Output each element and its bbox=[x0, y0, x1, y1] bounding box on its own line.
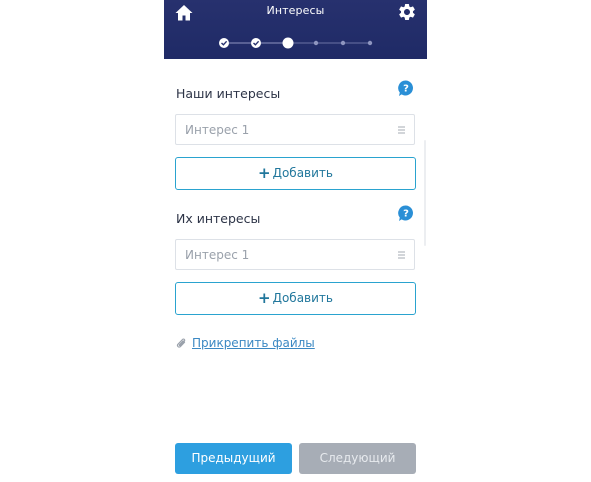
add-button-label: Добавить bbox=[272, 291, 333, 305]
step-1-complete bbox=[219, 38, 229, 48]
interest-placeholder: Интерес 1 bbox=[185, 123, 250, 137]
drag-handle-icon[interactable] bbox=[398, 126, 405, 134]
help-button-our-interests[interactable]: ? bbox=[398, 80, 414, 97]
gear-icon bbox=[399, 3, 415, 20]
our-interests-title: Наши интересы bbox=[176, 86, 281, 101]
header-bar: Интересы bbox=[164, 0, 427, 59]
settings-button[interactable] bbox=[397, 2, 417, 22]
svg-text:?: ? bbox=[403, 84, 409, 95]
page-title: Интересы bbox=[266, 4, 325, 17]
step-3-current bbox=[282, 37, 294, 49]
scrollbar[interactable] bbox=[424, 140, 426, 246]
plus-icon: + bbox=[258, 289, 271, 307]
their-interests-title: Их интересы bbox=[176, 211, 261, 226]
help-button-their-interests[interactable]: ? bbox=[398, 205, 414, 222]
plus-icon: + bbox=[258, 164, 271, 182]
step-6 bbox=[367, 40, 373, 46]
step-5 bbox=[340, 40, 346, 46]
add-button-label: Добавить bbox=[272, 166, 333, 180]
app-screen: Интересы Наши интересы ? Интерес 1 + Доб… bbox=[164, 0, 427, 482]
help-icon: ? bbox=[398, 205, 413, 221]
add-our-interest-button[interactable]: + Добавить bbox=[175, 157, 416, 190]
next-button[interactable]: Следующий bbox=[299, 443, 416, 474]
our-interest-field-1[interactable]: Интерес 1 bbox=[175, 114, 415, 145]
progress-stepper bbox=[219, 37, 373, 49]
interest-placeholder: Интерес 1 bbox=[185, 248, 250, 262]
attach-files-label: Прикрепить файлы bbox=[192, 336, 315, 350]
step-2-complete bbox=[251, 38, 261, 48]
paperclip-icon bbox=[176, 338, 186, 348]
step-4 bbox=[313, 40, 319, 46]
their-interest-field-1[interactable]: Интерес 1 bbox=[175, 239, 415, 270]
add-their-interest-button[interactable]: + Добавить bbox=[175, 282, 416, 315]
help-icon: ? bbox=[398, 80, 413, 96]
drag-handle-icon[interactable] bbox=[398, 251, 405, 259]
svg-text:?: ? bbox=[403, 209, 409, 220]
previous-button[interactable]: Предыдущий bbox=[175, 443, 292, 474]
